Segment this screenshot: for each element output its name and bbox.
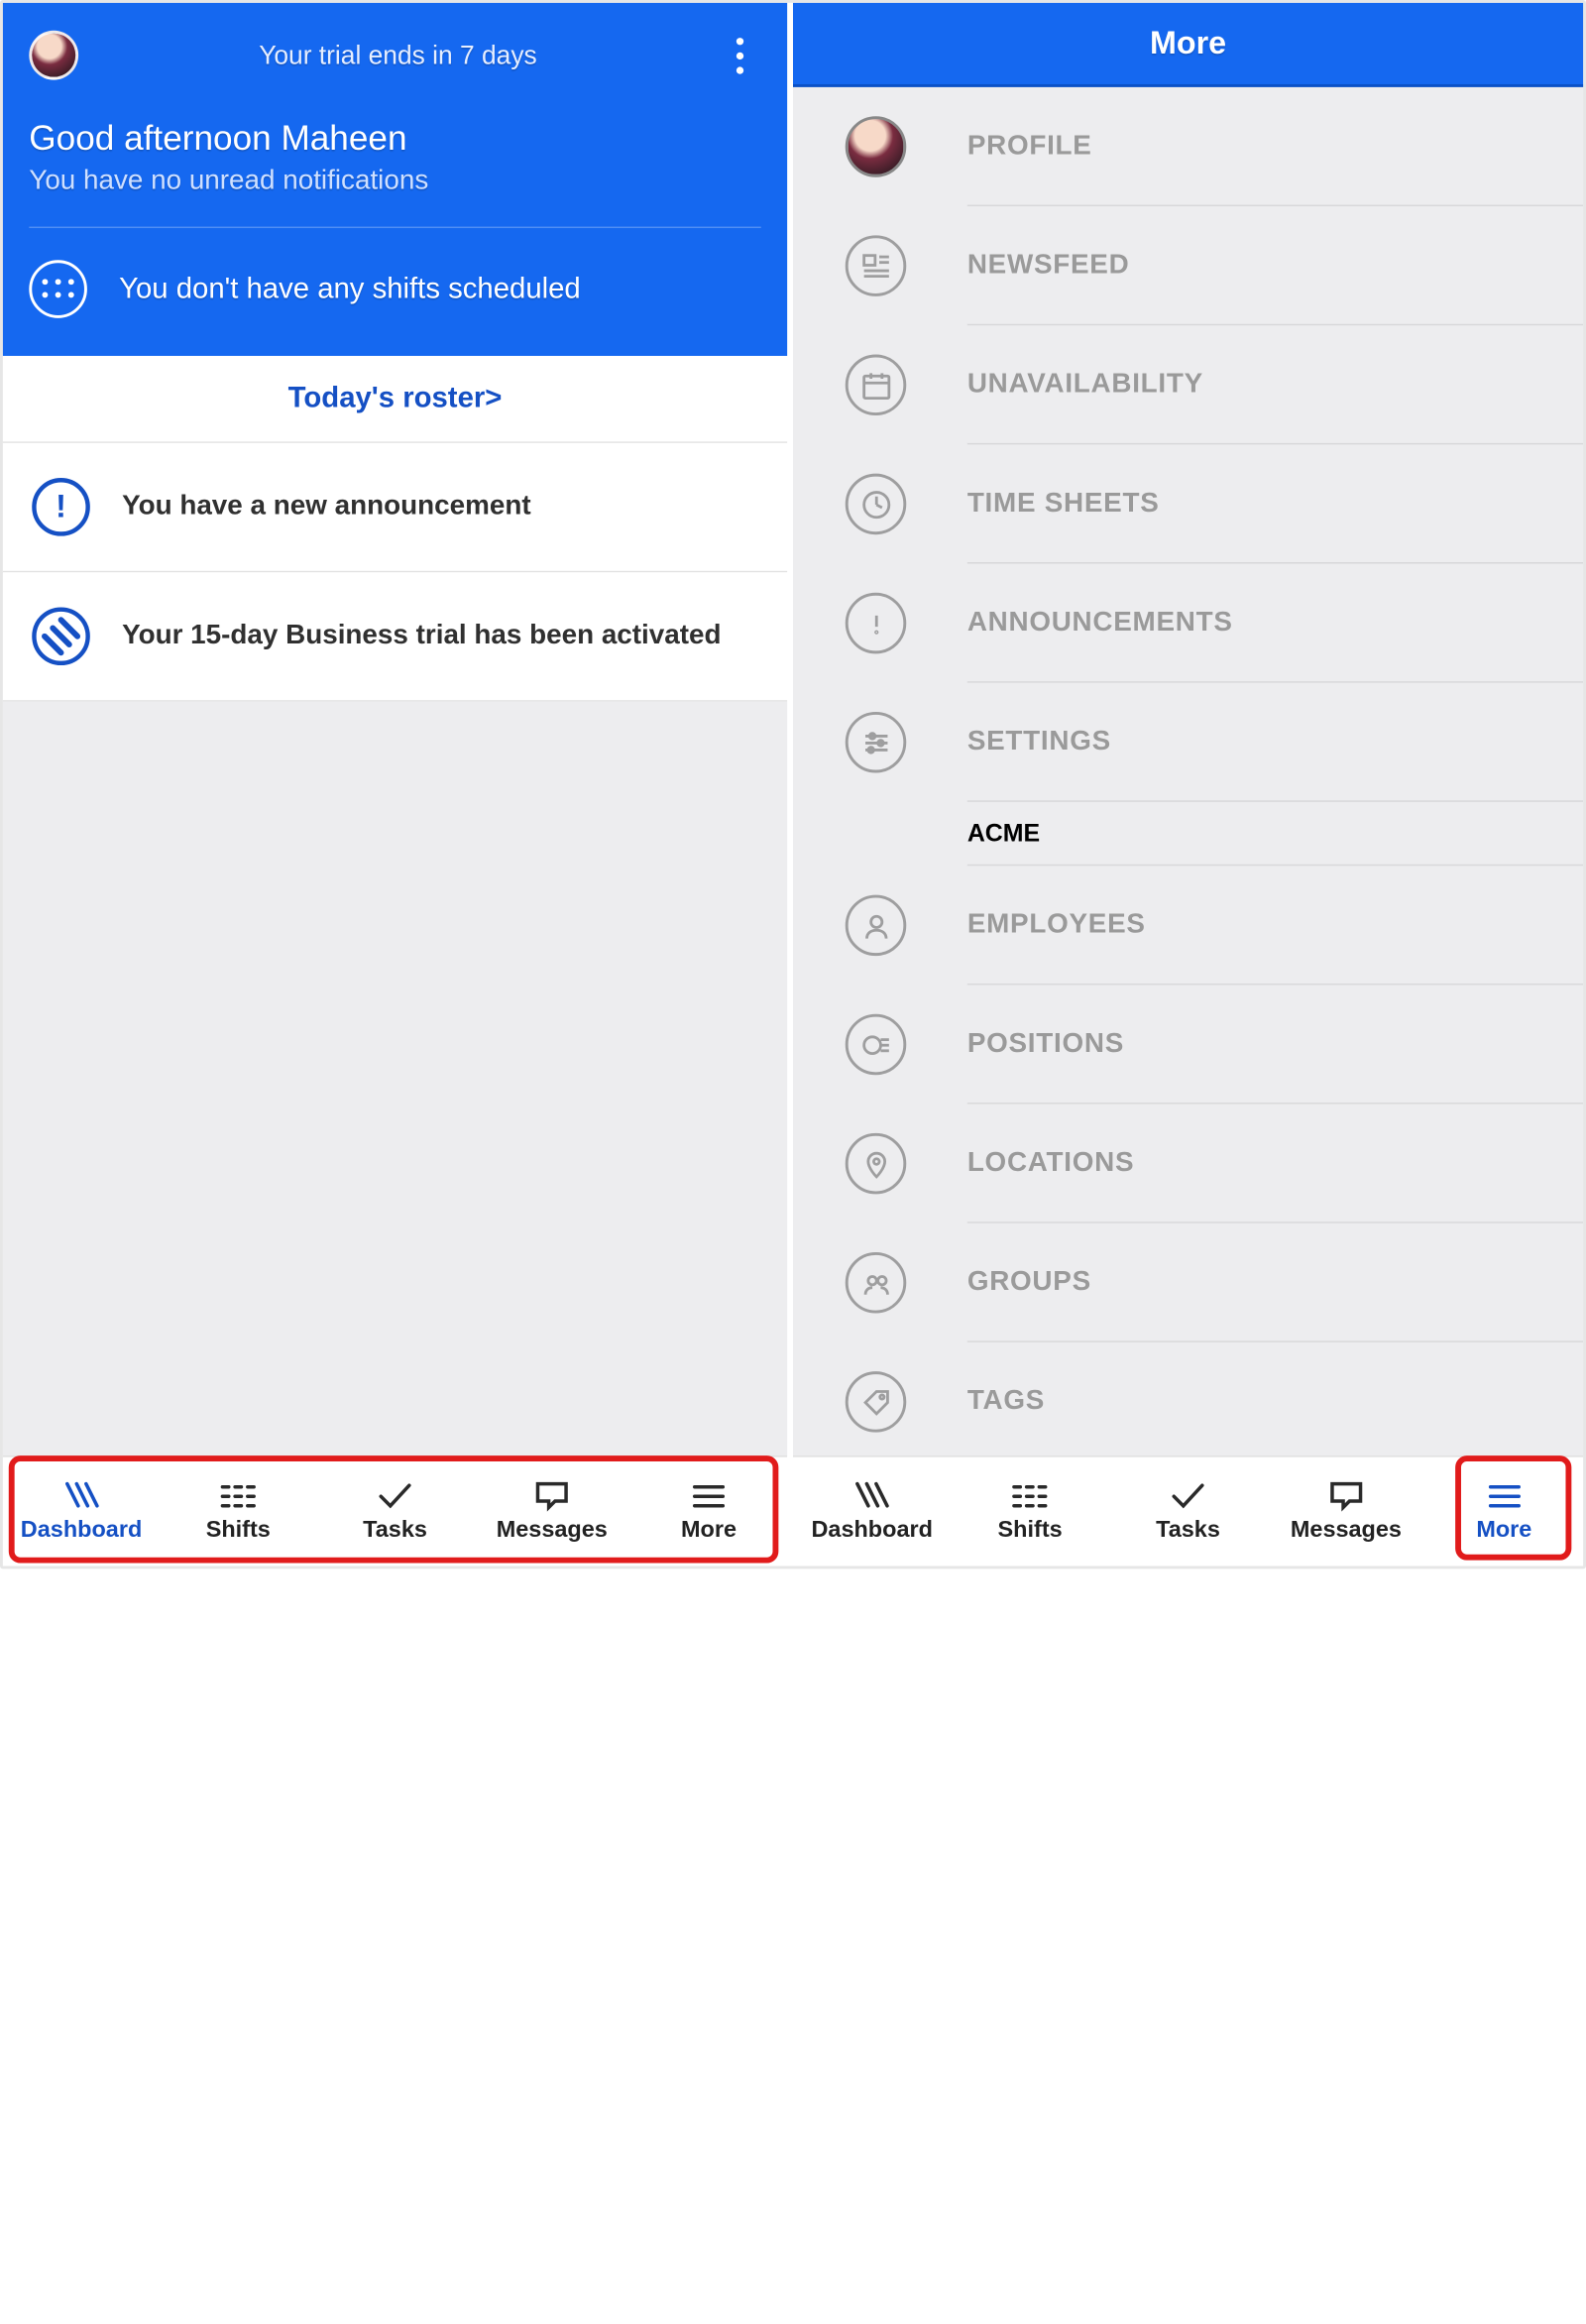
avatar[interactable] (29, 31, 78, 80)
menu-announcements[interactable]: ANNOUNCEMENTS (793, 563, 1583, 682)
tab-messages[interactable]: Messages (1267, 1457, 1424, 1567)
tab-more[interactable]: More (1425, 1457, 1583, 1567)
menu-tags[interactable]: TAGS (793, 1342, 1583, 1455)
menu-label: ANNOUNCEMENTS (967, 607, 1233, 639)
tab-messages[interactable]: Messages (474, 1457, 630, 1567)
tab-tasks[interactable]: Tasks (316, 1457, 473, 1567)
menu-label: UNAVAILABILITY (967, 369, 1203, 401)
section-header-acme: ACME (793, 802, 1583, 866)
messages-icon (1325, 1479, 1366, 1508)
menu-settings[interactable]: SETTINGS (793, 683, 1583, 802)
menu-label: GROUPS (967, 1267, 1091, 1299)
alert-icon: ! (32, 478, 90, 536)
announcement-label: You have a new announcement (122, 491, 531, 523)
tab-label: Shifts (998, 1517, 1063, 1543)
more-title: More (793, 3, 1583, 87)
menu-label: NEWSFEED (967, 250, 1130, 282)
more-icon (689, 1479, 730, 1508)
menu-label: TAGS (967, 1386, 1045, 1418)
menu-employees[interactable]: EMPLOYEES (793, 866, 1583, 985)
todays-roster-link[interactable]: Today's roster> (3, 356, 787, 443)
no-shifts-row[interactable]: You don't have any shifts scheduled (29, 228, 760, 356)
alert-icon (846, 593, 907, 654)
tasks-icon (375, 1479, 415, 1508)
menu-locations[interactable]: LOCATIONS (793, 1104, 1583, 1223)
calendar-icon (846, 355, 907, 416)
tab-label: Messages (497, 1517, 608, 1543)
empty-space (3, 702, 787, 1455)
announcement-card[interactable]: ! You have a new announcement (3, 443, 787, 572)
trial-activated-card[interactable]: Your 15-day Business trial has been acti… (3, 572, 787, 701)
tab-label: Dashboard (811, 1517, 932, 1543)
tasks-icon (1168, 1479, 1208, 1508)
tab-label: Messages (1291, 1517, 1402, 1543)
more-screen: More PROFILE NEWSFEED UNAVAILABILITY TIM… (793, 3, 1583, 1567)
menu-groups[interactable]: GROUPS (793, 1223, 1583, 1342)
tab-label: Dashboard (21, 1517, 142, 1543)
menu-profile[interactable]: PROFILE (793, 87, 1583, 206)
trial-countdown: Your trial ends in 7 days (78, 40, 718, 70)
pin-icon (846, 1133, 907, 1195)
shifts-icon (1010, 1479, 1051, 1508)
stripes-icon (32, 607, 90, 665)
tab-shifts[interactable]: Shifts (160, 1457, 316, 1567)
more-icon (1484, 1479, 1525, 1508)
menu-timesheets[interactable]: TIME SHEETS (793, 444, 1583, 563)
groups-icon (846, 1252, 907, 1314)
dashboard-screen: Your trial ends in 7 days Good afternoon… (3, 3, 793, 1567)
tab-tasks[interactable]: Tasks (1109, 1457, 1267, 1567)
tab-shifts[interactable]: Shifts (951, 1457, 1108, 1567)
tab-label: Tasks (363, 1517, 427, 1543)
menu-label: TIME SHEETS (967, 488, 1160, 520)
menu-newsfeed[interactable]: NEWSFEED (793, 206, 1583, 325)
notifications-subtext: You have no unread notifications (29, 166, 760, 197)
tab-label: Shifts (206, 1517, 271, 1543)
greeting-text: Good afternoon Maheen (29, 119, 760, 160)
tag-icon (846, 1371, 907, 1433)
tab-bar: Dashboard Shifts Tasks Messages More (793, 1455, 1583, 1566)
menu-label: LOCATIONS (967, 1148, 1134, 1180)
tab-label: Tasks (1156, 1517, 1220, 1543)
overflow-menu-icon[interactable] (718, 37, 761, 73)
menu-label: POSITIONS (967, 1028, 1124, 1060)
tab-more[interactable]: More (630, 1457, 787, 1567)
clock-icon (846, 474, 907, 535)
menu-label: SETTINGS (967, 727, 1111, 758)
menu-label: EMPLOYEES (967, 909, 1146, 941)
menu-positions[interactable]: POSITIONS (793, 985, 1583, 1104)
dashboard-header: Your trial ends in 7 days Good afternoon… (3, 3, 787, 356)
dashboard-icon (61, 1479, 102, 1508)
tab-bar: Dashboard Shifts Tasks Messages More (3, 1455, 787, 1566)
tab-label: More (681, 1517, 736, 1543)
settings-icon (846, 712, 907, 773)
dashboard-icon (851, 1479, 892, 1508)
schedule-icon (29, 260, 87, 318)
menu-label: PROFILE (967, 131, 1092, 163)
positions-icon (846, 1014, 907, 1076)
menu-unavailability[interactable]: UNAVAILABILITY (793, 325, 1583, 444)
newsfeed-icon (846, 235, 907, 296)
shifts-icon (218, 1479, 259, 1508)
tab-label: More (1476, 1517, 1531, 1543)
tab-dashboard[interactable]: Dashboard (3, 1457, 160, 1567)
no-shifts-label: You don't have any shifts scheduled (119, 273, 581, 306)
tab-dashboard[interactable]: Dashboard (793, 1457, 951, 1567)
messages-icon (531, 1479, 572, 1508)
profile-avatar-icon (846, 116, 907, 177)
person-icon (846, 895, 907, 957)
more-menu: PROFILE NEWSFEED UNAVAILABILITY TIME SHE… (793, 87, 1583, 1455)
trial-activated-label: Your 15-day Business trial has been acti… (122, 621, 721, 652)
